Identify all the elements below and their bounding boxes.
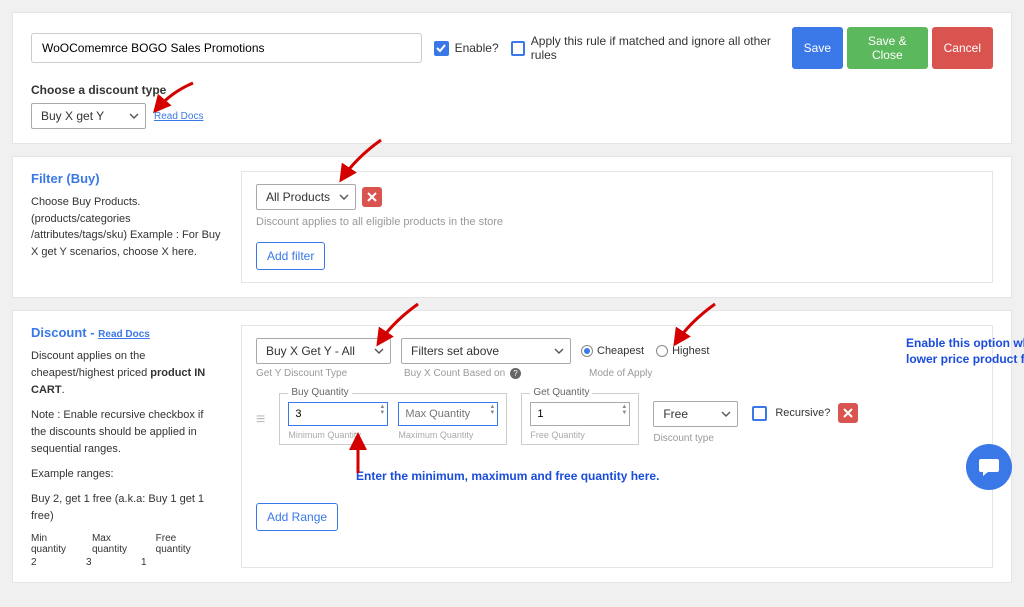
highest-radio[interactable] <box>656 345 668 357</box>
discount-type-sub: Discount type <box>653 433 738 444</box>
filter-hint: Discount applies to all eligible product… <box>256 216 978 228</box>
chevron-down-icon <box>721 409 731 419</box>
discount-example-line: Buy 2, get 1 free (a.k.a: Buy 1 get 1 fr… <box>31 491 221 525</box>
buy-min-sub: Minimum Quantity <box>288 430 388 440</box>
save-close-button[interactable]: Save & Close <box>847 27 928 69</box>
highest-label: Highest <box>672 345 709 357</box>
chat-icon <box>977 455 1001 479</box>
chevron-down-icon <box>554 346 564 356</box>
spinner-icon[interactable]: ▲▼ <box>621 404 627 416</box>
annotation-arrow-icon <box>671 302 721 348</box>
help-icon[interactable]: ? <box>510 368 521 379</box>
read-docs-link[interactable]: Read Docs <box>154 111 203 122</box>
enable-label: Enable? <box>455 41 499 55</box>
discount-desc-1: Discount applies on the cheapest/highest… <box>31 348 221 399</box>
add-range-button[interactable]: Add Range <box>256 503 338 531</box>
count-based-select[interactable]: Filters set above <box>401 338 571 364</box>
get-qty-sub: Free Quantity <box>530 430 630 440</box>
get-qty-input[interactable] <box>530 402 630 426</box>
discount-read-docs-link[interactable]: Read Docs <box>98 329 150 340</box>
drag-handle-icon[interactable]: ≡ <box>256 411 265 429</box>
enable-checkbox[interactable] <box>434 41 449 56</box>
get-y-type-select[interactable]: Buy X Get Y - All <box>256 338 391 364</box>
discount-type-label: Choose a discount type <box>31 83 993 97</box>
ignore-others-checkbox[interactable] <box>511 41 525 56</box>
rule-name-input[interactable] <box>31 33 422 63</box>
remove-filter-button[interactable] <box>362 187 382 207</box>
spinner-icon[interactable]: ▲▼ <box>489 404 495 416</box>
filter-section-title: Filter (Buy) <box>31 171 221 186</box>
discount-section-title: Discount - <box>31 325 98 340</box>
add-filter-button[interactable]: Add filter <box>256 242 325 270</box>
mode-sub-label: Mode of Apply <box>589 368 652 379</box>
discount-type-select[interactable]: Buy X get Y <box>31 103 146 129</box>
count-sub-label: Buy X Count Based on <box>404 368 505 379</box>
annotation-mode: Enable this option whereas customer will… <box>906 336 1024 367</box>
cancel-button[interactable]: Cancel <box>932 27 993 69</box>
ignore-others-label: Apply this rule if matched and ignore al… <box>531 34 780 62</box>
example-table-header: Min quantity Max quantity Free quantity <box>31 533 221 555</box>
chevron-down-icon <box>339 192 349 202</box>
filter-description: Choose Buy Products. (products/categorie… <box>31 194 221 260</box>
buy-quantity-legend: Buy Quantity <box>288 387 351 398</box>
spinner-icon[interactable]: ▲▼ <box>379 404 385 416</box>
buy-max-input[interactable] <box>398 402 498 426</box>
buy-max-sub: Maximum Quantity <box>398 430 498 440</box>
annotation-qty: Enter the minimum, maximum and free quan… <box>356 469 978 485</box>
recursive-checkbox[interactable] <box>752 406 767 421</box>
save-button[interactable]: Save <box>792 27 843 69</box>
annotation-arrow-icon <box>337 138 387 184</box>
buy-min-input[interactable] <box>288 402 388 426</box>
cheapest-label: Cheapest <box>597 345 644 357</box>
discount-type-select[interactable]: Free <box>653 401 738 427</box>
example-table-row: 2 3 1 <box>31 557 221 568</box>
recursive-label: Recursive? <box>775 407 830 419</box>
get-quantity-legend: Get Quantity <box>530 387 592 398</box>
close-icon <box>367 192 377 202</box>
chevron-down-icon <box>374 346 384 356</box>
chevron-down-icon <box>129 111 139 121</box>
cheapest-radio[interactable] <box>581 345 593 357</box>
discount-desc-2: Note : Enable recursive checkbox if the … <box>31 407 221 458</box>
filter-products-select[interactable]: All Products <box>256 184 356 210</box>
chat-widget-button[interactable] <box>966 444 1012 490</box>
remove-range-button[interactable] <box>838 403 858 423</box>
get-y-sub-label: Get Y Discount Type <box>256 368 404 379</box>
discount-example-title: Example ranges: <box>31 466 221 483</box>
close-icon <box>843 408 853 418</box>
